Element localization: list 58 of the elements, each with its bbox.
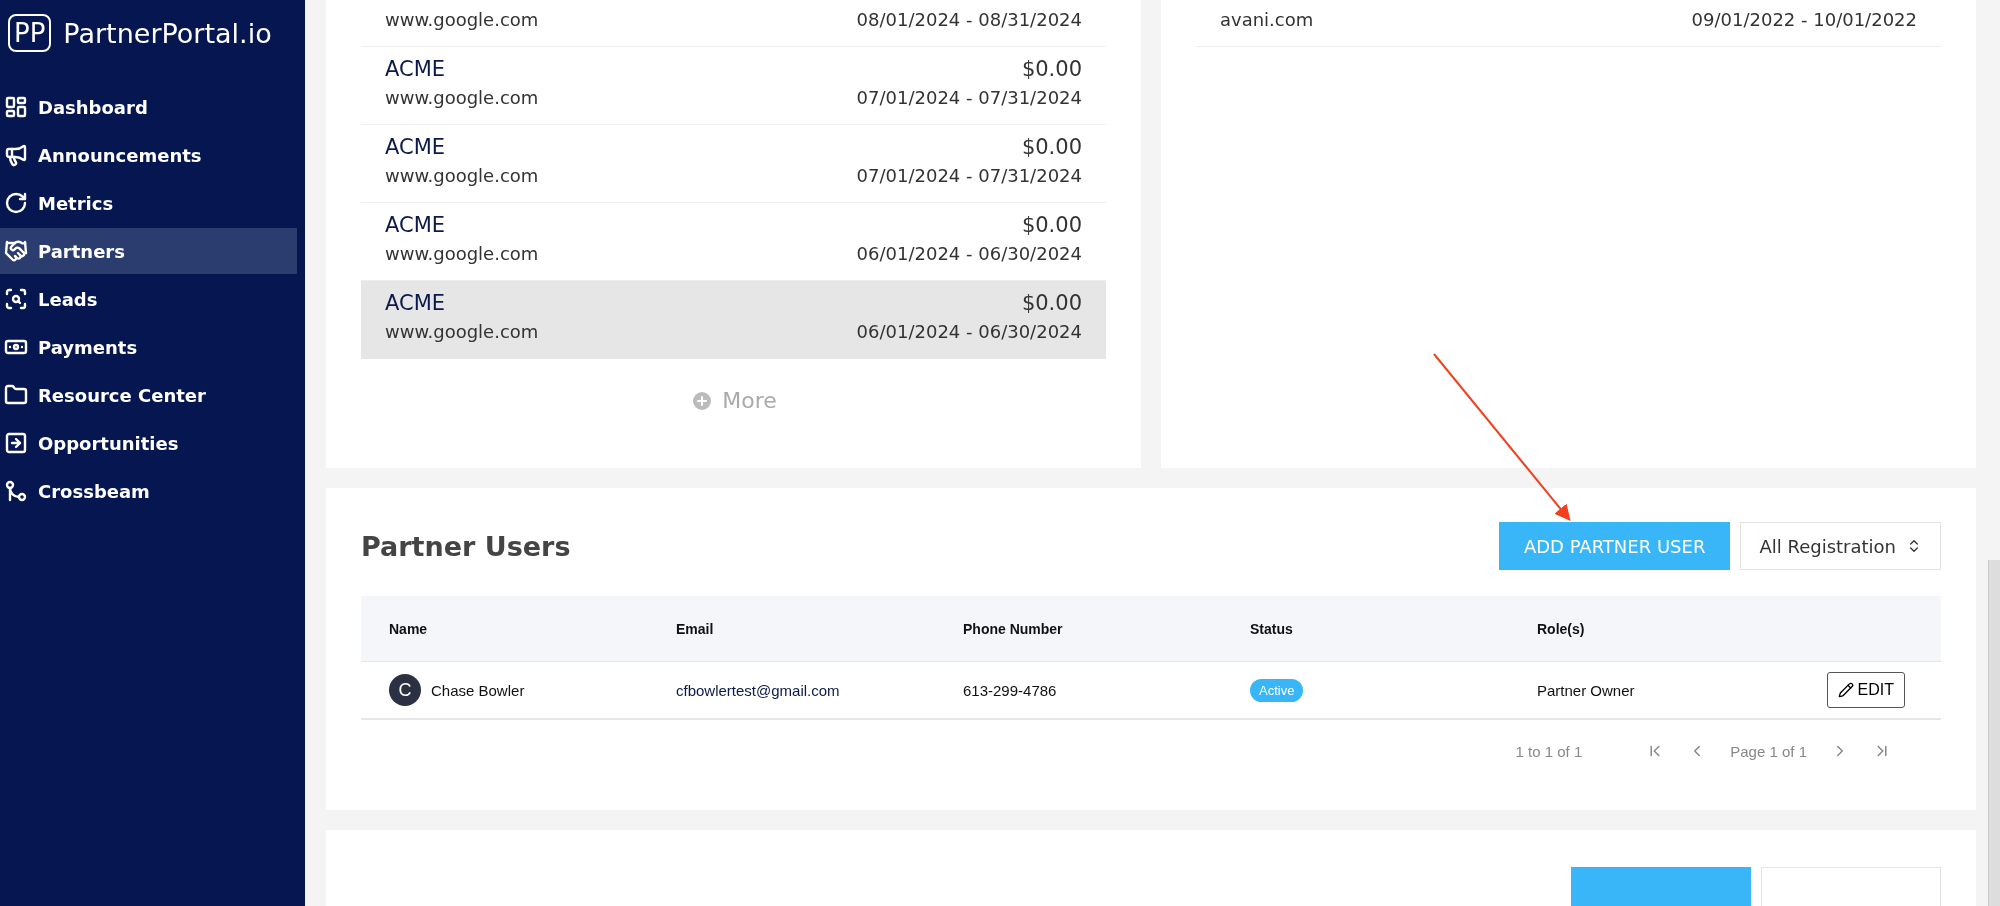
edit-button[interactable]: EDIT <box>1826 672 1905 708</box>
partner-name: ACME <box>385 291 446 315</box>
registration-select[interactable]: All Registration <box>1740 522 1941 570</box>
logo-mark[interactable]: PP <box>8 14 52 52</box>
payout-amount: $0.00 <box>1021 57 1082 81</box>
nav-item[interactable]: Crossbeam <box>0 468 297 514</box>
partner-url: www.google.com <box>385 9 539 30</box>
partner-name: ACME <box>385 213 446 237</box>
column-header: Role(s) <box>1537 620 1586 637</box>
payout-period: 06/01/2024 - 06/30/2024 <box>856 243 1082 264</box>
payout-period: 08/01/2024 - 08/31/2024 <box>856 9 1082 30</box>
column-header: Phone Number <box>963 620 1064 637</box>
scrollbar[interactable] <box>1988 560 2000 906</box>
nav-item[interactable]: Opportunities <box>0 420 297 466</box>
nav-item[interactable]: Partners <box>0 228 297 274</box>
payout-amount: $0.00 <box>1021 135 1082 159</box>
nav-item[interactable]: Announcements <box>0 132 297 178</box>
page-indicator: Page 1 of 1 <box>1730 742 1807 760</box>
logo-name[interactable]: PartnerPortal.io <box>63 17 272 49</box>
search-icon <box>4 287 28 311</box>
partner-url: www.google.com <box>385 321 539 342</box>
payout-period: 09/01/2022 - 10/01/2022 <box>1691 9 1917 30</box>
merge-icon <box>4 479 28 503</box>
payout-period: 07/01/2024 - 07/31/2024 <box>856 87 1082 108</box>
list-row[interactable]: ACME www.google.com $0.00 06/01/2024 - 06/30/2024 <box>361 281 1106 359</box>
nav-item[interactable]: Resource Center <box>0 372 297 418</box>
status-badge: Active <box>1250 678 1304 702</box>
nav-item[interactable]: Payments <box>0 324 297 370</box>
user-email: cfbowlertest@gmail.com <box>676 681 841 699</box>
partner-url: avani.com <box>1220 9 1314 30</box>
circle-arrow-icon <box>4 191 28 215</box>
payout-amount: $0.00 <box>1021 291 1082 315</box>
avatar: C <box>389 674 421 706</box>
nav-item[interactable]: Dashboard <box>0 84 297 130</box>
column-header: Status <box>1250 620 1294 637</box>
nav-item[interactable]: Leads <box>0 276 297 322</box>
column-header: Email <box>676 620 715 637</box>
payout-amount: $0.00 <box>1021 213 1082 237</box>
pencil-icon <box>1837 682 1854 698</box>
partner-name: ACME <box>385 135 446 159</box>
user-phone: 613-299-4786 <box>963 681 1058 699</box>
partner-url: www.google.com <box>385 165 539 186</box>
nav-item[interactable]: Metrics <box>0 180 297 226</box>
section-title: Partner Users <box>361 530 572 562</box>
handshake-icon <box>4 239 28 263</box>
folder-icon <box>4 383 28 407</box>
partner-url: www.google.com <box>385 243 539 264</box>
user-name: Chase Bowler <box>431 681 525 699</box>
user-role: Partner Owner <box>1537 681 1636 699</box>
column-header: Name <box>389 620 429 637</box>
row-range: 1 to 1 of 1 <box>1515 742 1583 760</box>
arrow-square-icon <box>4 431 28 455</box>
megaphone-icon <box>4 143 28 167</box>
payout-period: 07/01/2024 - 07/31/2024 <box>856 165 1082 186</box>
partner-url: www.google.com <box>385 87 539 108</box>
dashboard-icon <box>4 95 28 119</box>
payout-period: 06/01/2024 - 06/30/2024 <box>856 321 1082 342</box>
partner-name: ACME <box>385 57 446 81</box>
